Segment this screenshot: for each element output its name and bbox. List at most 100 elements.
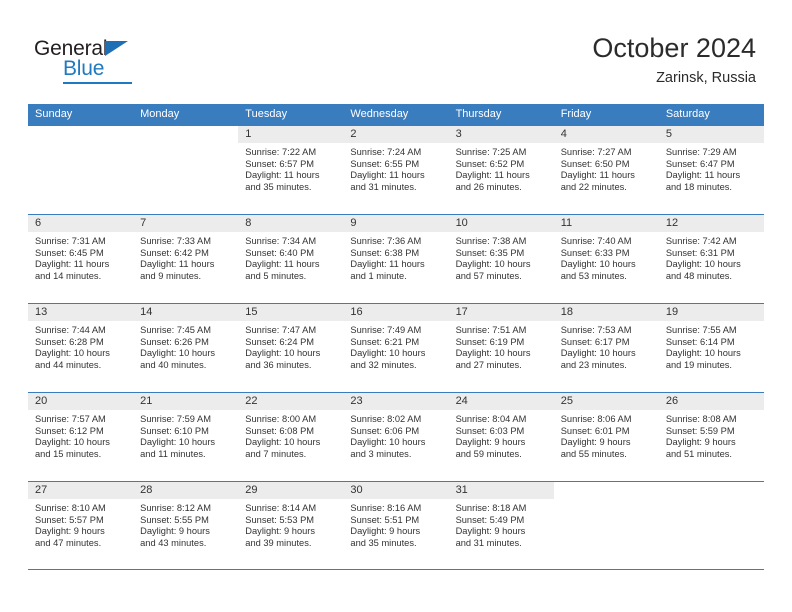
day-cell[interactable]: 21 Sunrise: 7:59 AM Sunset: 6:10 PM Dayl… [133,393,239,481]
daylight-text-line1: Daylight: 11 hours [560,170,635,181]
day-details [28,143,133,147]
sunrise-text: Sunrise: 7:42 AM [665,236,737,246]
day-cell[interactable]: 16 Sunrise: 7:49 AM Sunset: 6:21 PM Dayl… [343,304,449,392]
daylight-text-line2: and 5 minutes. [245,270,307,281]
location-subtitle: Zarinsk, Russia [656,70,756,86]
page-title: October 2024 [592,33,756,63]
daylight-text-line2: and 31 minutes. [455,537,522,548]
sunrise-text: Sunrise: 7:24 AM [350,147,422,157]
daylight-text-line2: and 53 minutes. [560,270,627,281]
day-cell[interactable]: 29 Sunrise: 8:14 AM Sunset: 5:53 PM Dayl… [238,482,344,569]
day-cell[interactable]: 1 Sunrise: 7:22 AM Sunset: 6:57 PM Dayli… [238,126,344,214]
day-details: Sunrise: 8:12 AM Sunset: 5:55 PM Dayligh… [133,499,238,549]
day-number: 31 [448,482,554,499]
day-number: 29 [238,482,344,499]
day-cell[interactable]: 9 Sunrise: 7:36 AM Sunset: 6:38 PM Dayli… [343,215,449,303]
daylight-text-line2: and 27 minutes. [455,359,522,370]
day-cell[interactable]: 15 Sunrise: 7:47 AM Sunset: 6:24 PM Dayl… [238,304,344,392]
daylight-text-line2: and 26 minutes. [455,181,522,192]
daylight-text-line1: Daylight: 10 hours [35,348,110,359]
day-cell[interactable]: 13 Sunrise: 7:44 AM Sunset: 6:28 PM Dayl… [28,304,134,392]
day-details: Sunrise: 8:04 AM Sunset: 6:03 PM Dayligh… [449,410,554,460]
sunrise-text: Sunrise: 7:44 AM [35,325,106,335]
sunset-text: Sunset: 6:06 PM [350,425,420,436]
day-details: Sunrise: 7:31 AM Sunset: 6:45 PM Dayligh… [28,232,133,282]
daylight-text-line1: Daylight: 10 hours [350,437,426,448]
logo-triangle-icon [105,41,128,56]
day-number: 9 [343,215,449,232]
day-cell[interactable]: 2 Sunrise: 7:24 AM Sunset: 6:55 PM Dayli… [343,126,449,214]
day-cell[interactable]: 27 Sunrise: 8:10 AM Sunset: 5:57 PM Dayl… [28,482,134,569]
day-cell [133,126,239,214]
day-cell[interactable]: 30 Sunrise: 8:16 AM Sunset: 5:51 PM Dayl… [343,482,449,569]
sunset-text: Sunset: 6:17 PM [560,336,630,347]
daylight-text-line1: Daylight: 10 hours [455,259,531,270]
sunrise-text: Sunrise: 8:16 AM [350,503,422,513]
day-cell[interactable]: 23 Sunrise: 8:02 AM Sunset: 6:06 PM Dayl… [343,393,449,481]
day-number: 5 [658,126,764,143]
sunset-text: Sunset: 5:57 PM [35,514,104,525]
day-cell[interactable]: 19 Sunrise: 7:55 AM Sunset: 6:14 PM Dayl… [658,304,764,392]
sunset-text: Sunset: 6:03 PM [455,425,525,436]
week-row: 27 Sunrise: 8:10 AM Sunset: 5:57 PM Dayl… [28,481,764,570]
day-cell[interactable]: 5 Sunrise: 7:29 AM Sunset: 6:47 PM Dayli… [658,126,764,214]
daylight-text-line1: Daylight: 10 hours [665,259,741,270]
sunrise-text: Sunrise: 7:57 AM [35,414,106,424]
sunrise-text: Sunrise: 7:51 AM [455,325,527,335]
day-cell[interactable]: 10 Sunrise: 7:38 AM Sunset: 6:35 PM Dayl… [448,215,554,303]
sunrise-text: Sunrise: 7:31 AM [35,236,106,246]
day-cell[interactable]: 28 Sunrise: 8:12 AM Sunset: 5:55 PM Dayl… [133,482,239,569]
week-row: 6 Sunrise: 7:31 AM Sunset: 6:45 PM Dayli… [28,214,764,303]
day-cell [658,482,764,569]
day-details: Sunrise: 8:18 AM Sunset: 5:49 PM Dayligh… [449,499,554,549]
day-number: 8 [238,215,344,232]
day-details: Sunrise: 7:51 AM Sunset: 6:19 PM Dayligh… [449,321,554,371]
day-details: Sunrise: 8:16 AM Sunset: 5:51 PM Dayligh… [343,499,448,549]
day-cell[interactable]: 26 Sunrise: 8:08 AM Sunset: 5:59 PM Dayl… [658,393,764,481]
weekday-header-saturday: Saturday [665,108,710,120]
daylight-text-line2: and 31 minutes. [350,181,417,192]
day-number: 23 [343,393,449,410]
day-cell[interactable]: 31 Sunrise: 8:18 AM Sunset: 5:49 PM Dayl… [448,482,554,569]
day-cell[interactable]: 7 Sunrise: 7:33 AM Sunset: 6:42 PM Dayli… [133,215,239,303]
day-details: Sunrise: 7:55 AM Sunset: 6:14 PM Dayligh… [659,321,764,371]
day-cell[interactable]: 4 Sunrise: 7:27 AM Sunset: 6:50 PM Dayli… [553,126,659,214]
day-cell[interactable]: 20 Sunrise: 7:57 AM Sunset: 6:12 PM Dayl… [28,393,134,481]
sunrise-text: Sunrise: 8:14 AM [245,503,317,513]
day-cell[interactable]: 22 Sunrise: 8:00 AM Sunset: 6:08 PM Dayl… [238,393,344,481]
weekday-header-wednesday: Wednesday [350,108,409,120]
day-number: 10 [448,215,554,232]
daylight-text-line2: and 44 minutes. [35,359,102,370]
day-cell[interactable]: 11 Sunrise: 7:40 AM Sunset: 6:33 PM Dayl… [553,215,659,303]
daylight-text-line1: Daylight: 10 hours [140,348,216,359]
day-cell[interactable]: 3 Sunrise: 7:25 AM Sunset: 6:52 PM Dayli… [448,126,554,214]
day-cell[interactable]: 24 Sunrise: 8:04 AM Sunset: 6:03 PM Dayl… [448,393,554,481]
day-number [133,126,239,143]
daylight-text-line2: and 57 minutes. [455,270,522,281]
day-cell[interactable]: 14 Sunrise: 7:45 AM Sunset: 6:26 PM Dayl… [133,304,239,392]
day-cell[interactable]: 12 Sunrise: 7:42 AM Sunset: 6:31 PM Dayl… [658,215,764,303]
daylight-text-line2: and 40 minutes. [140,359,207,370]
calendar-page: General Blue October 2024 Zarinsk, Russi… [0,0,792,612]
day-cell[interactable]: 25 Sunrise: 8:06 AM Sunset: 6:01 PM Dayl… [553,393,659,481]
day-cell [28,126,134,214]
sunset-text: Sunset: 6:40 PM [245,247,315,258]
sunrise-text: Sunrise: 7:34 AM [245,236,317,246]
day-cell[interactable]: 8 Sunrise: 7:34 AM Sunset: 6:40 PM Dayli… [238,215,344,303]
sunset-text: Sunset: 6:24 PM [245,336,315,347]
day-details: Sunrise: 7:42 AM Sunset: 6:31 PM Dayligh… [659,232,764,282]
sunrise-text: Sunrise: 7:59 AM [140,414,211,424]
sunrise-text: Sunrise: 8:18 AM [455,503,527,513]
day-number: 3 [448,126,554,143]
general-blue-logo[interactable]: General Blue [34,38,164,86]
sunrise-text: Sunrise: 8:08 AM [665,414,737,424]
sunrise-text: Sunrise: 7:49 AM [350,325,422,335]
day-number [658,482,764,499]
sunrise-text: Sunrise: 7:45 AM [140,325,211,335]
daylight-text-line2: and 47 minutes. [35,537,102,548]
day-cell[interactable]: 6 Sunrise: 7:31 AM Sunset: 6:45 PM Dayli… [28,215,134,303]
day-cell[interactable]: 18 Sunrise: 7:53 AM Sunset: 6:17 PM Dayl… [553,304,659,392]
day-details: Sunrise: 7:24 AM Sunset: 6:55 PM Dayligh… [343,143,448,193]
day-cell[interactable]: 17 Sunrise: 7:51 AM Sunset: 6:19 PM Dayl… [448,304,554,392]
sunrise-text: Sunrise: 7:55 AM [665,325,737,335]
